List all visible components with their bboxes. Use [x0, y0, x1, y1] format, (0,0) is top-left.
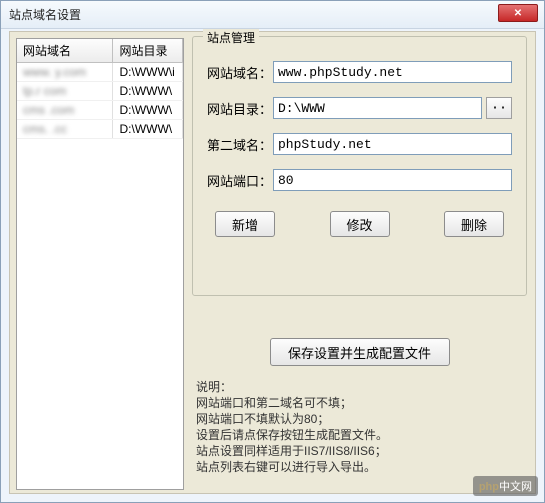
- desc-line: 说明：: [196, 379, 388, 395]
- site-list-table[interactable]: 网站域名 网站目录 www. y.com D:\WWW\i tp.r com D…: [16, 38, 184, 490]
- fieldset-legend: 站点管理: [203, 29, 259, 46]
- table-row[interactable]: tp.r com D:\WWW\: [17, 82, 183, 101]
- delete-button[interactable]: 删除: [444, 211, 504, 237]
- desc-line: 站点设置同样适用于IIS7/IIS8/IIS6；: [196, 443, 388, 459]
- desc-line: 网站端口不填默认为80；: [196, 411, 388, 427]
- browse-button[interactable]: ··: [486, 97, 512, 119]
- close-button[interactable]: [498, 4, 538, 22]
- cell-domain: www. y.com: [17, 63, 113, 82]
- save-config-button[interactable]: 保存设置并生成配置文件: [270, 338, 450, 366]
- input-dir[interactable]: [273, 97, 482, 119]
- row-domain: 网站域名：: [207, 61, 512, 83]
- window-title: 站点域名设置: [9, 6, 81, 23]
- table-row[interactable]: www. y.com D:\WWW\i: [17, 63, 183, 82]
- label-port: 网站端口：: [207, 171, 273, 190]
- cell-dir: D:\WWW\: [113, 101, 183, 120]
- description-text: 说明： 网站端口和第二域名可不填； 网站端口不填默认为80； 设置后请点保存按钮…: [196, 379, 388, 475]
- desc-line: 设置后请点保存按钮生成配置文件。: [196, 427, 388, 443]
- label-dir: 网站目录：: [207, 99, 273, 118]
- input-port[interactable]: [273, 169, 512, 191]
- cell-domain: cms. .cc: [17, 120, 113, 139]
- titlebar[interactable]: 站点域名设置: [1, 1, 544, 29]
- input-second-domain[interactable]: [273, 133, 512, 155]
- desc-line: 网站端口和第二域名可不填；: [196, 395, 388, 411]
- label-domain: 网站域名：: [207, 63, 273, 82]
- label-second-domain: 第二域名：: [207, 135, 273, 154]
- col-header-domain[interactable]: 网站域名: [17, 39, 113, 63]
- table-header-row: 网站域名 网站目录: [17, 39, 183, 63]
- cell-domain: cms .com: [17, 101, 113, 120]
- cell-dir: D:\WWW\i: [113, 63, 183, 82]
- cell-domain: tp.r com: [17, 82, 113, 101]
- col-header-dir[interactable]: 网站目录: [113, 39, 183, 63]
- row-second-domain: 第二域名：: [207, 133, 512, 155]
- edit-button[interactable]: 修改: [330, 211, 390, 237]
- save-row: 保存设置并生成配置文件: [192, 338, 527, 366]
- desc-line: 站点列表右键可以进行导入导出。: [196, 459, 388, 475]
- cell-dir: D:\WWW\: [113, 82, 183, 101]
- content-pane: 网站域名 网站目录 www. y.com D:\WWW\i tp.r com D…: [9, 31, 536, 494]
- action-button-row: 新增 修改 删除: [215, 211, 504, 237]
- table-row[interactable]: cms. .cc D:\WWW\: [17, 120, 183, 139]
- row-dir: 网站目录： ··: [207, 97, 512, 119]
- watermark: php中文网: [473, 476, 538, 496]
- row-port: 网站端口：: [207, 169, 512, 191]
- cell-dir: D:\WWW\: [113, 120, 183, 139]
- table-row[interactable]: cms .com D:\WWW\: [17, 101, 183, 120]
- site-manage-fieldset: 站点管理 网站域名： 网站目录： ·· 第二域名： 网站端口： 新增 修改: [192, 36, 527, 296]
- add-button[interactable]: 新增: [215, 211, 275, 237]
- dialog-window: 站点域名设置 网站域名 网站目录 www. y.com D:\WWW\i: [0, 0, 545, 503]
- watermark-php: php: [479, 481, 499, 493]
- watermark-cn: 中文网: [499, 481, 532, 493]
- input-domain[interactable]: [273, 61, 512, 83]
